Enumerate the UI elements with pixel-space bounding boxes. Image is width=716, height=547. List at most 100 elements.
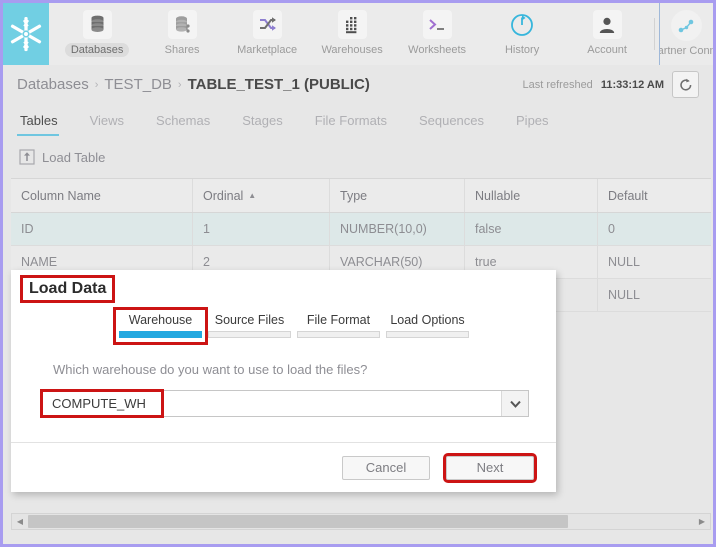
person-icon — [592, 10, 622, 39]
tab-sequences[interactable]: Sequences — [416, 113, 499, 136]
breadcrumb-item-table: TABLE_TEST_1 (PUBLIC) — [187, 76, 370, 93]
dialog-tab-load-options-progress — [386, 331, 469, 338]
last-refreshed-group: Last refreshed 11:33:12 AM — [522, 71, 699, 98]
column-header-ordinal[interactable]: Ordinal ▲ — [193, 179, 330, 212]
load-data-dialog: Load Data Warehouse Source Files File Fo… — [11, 270, 556, 492]
refresh-icon — [679, 78, 691, 90]
nav-item-history-label: History — [504, 44, 540, 56]
dialog-tab-file-format[interactable]: File Format — [294, 310, 383, 342]
sort-ascending-icon: ▲ — [248, 191, 257, 200]
dialog-step-tabs: Warehouse Source Files File Format Load … — [113, 307, 472, 345]
dialog-tab-warehouse[interactable]: Warehouse — [113, 307, 208, 345]
last-refreshed-time: 11:33:12 AM — [600, 78, 664, 91]
cell-default: NULL — [598, 246, 711, 279]
dialog-tab-load-options-label: Load Options — [390, 313, 465, 327]
next-button[interactable]: Next — [443, 452, 537, 483]
breadcrumb: Databases › TEST_DB › TABLE_TEST_1 (PUBL… — [17, 76, 370, 93]
nav-item-marketplace-label: Marketplace — [237, 44, 298, 56]
column-header-column-name[interactable]: Column Name — [11, 179, 193, 212]
circular-arrow-icon-svg — [511, 13, 534, 36]
cell-default: 0 — [598, 213, 711, 246]
column-header-type[interactable]: Type — [330, 179, 465, 212]
nav-item-history[interactable]: History — [480, 3, 565, 57]
shuffle-arrows-icon-svg — [259, 17, 276, 31]
tab-stages[interactable]: Stages — [239, 113, 297, 136]
breadcrumb-row: Databases › TEST_DB › TABLE_TEST_1 (PUBL… — [3, 65, 713, 104]
partner-connect-label: Partner Connect — [660, 45, 713, 57]
nav-items-container: Databases Shares Marketplace Warehouses … — [49, 3, 659, 65]
column-header-nullable[interactable]: Nullable — [465, 179, 598, 212]
load-table-label: Load Table — [42, 149, 106, 165]
horizontal-scrollbar[interactable]: ◀ ▶ — [11, 513, 711, 530]
connect-nodes-icon — [670, 10, 702, 41]
refresh-button[interactable] — [672, 71, 699, 98]
dialog-title-wrap: Load Data — [19, 275, 116, 303]
nav-item-shares[interactable]: Shares — [140, 3, 225, 57]
warehouse-select-wrap: COMPUTE_WH — [40, 389, 529, 418]
dialog-tab-warehouse-progress — [119, 331, 202, 338]
nav-item-marketplace[interactable]: Marketplace — [225, 3, 310, 57]
top-navigation-bar: Databases Shares Marketplace Warehouses … — [3, 3, 713, 66]
load-table-button[interactable]: Load Table — [19, 149, 105, 165]
warehouse-select-value: COMPUTE_WH — [52, 396, 146, 411]
dialog-tab-source-files-label: Source Files — [214, 313, 285, 327]
grid-squares-icon-svg — [346, 16, 357, 33]
snowflake-logo-icon — [10, 16, 41, 52]
object-type-tabs: Tables Views Schemas Stages File Formats… — [3, 104, 713, 137]
nav-item-account[interactable]: Account — [565, 3, 650, 57]
tab-views[interactable]: Views — [87, 113, 139, 136]
dialog-title: Load Data — [19, 275, 116, 303]
nav-item-warehouses[interactable]: Warehouses — [310, 3, 395, 57]
warehouse-select[interactable]: COMPUTE_WH — [41, 390, 529, 417]
table-row[interactable]: ID 1 NUMBER(10,0) false 0 — [11, 213, 711, 246]
cell-column-name: ID — [11, 213, 193, 246]
database-stack-icon — [82, 10, 112, 39]
tab-file-formats[interactable]: File Formats — [312, 113, 402, 136]
cell-ordinal: 1 — [193, 213, 330, 246]
nav-item-worksheets[interactable]: Worksheets — [395, 3, 480, 57]
terminal-prompt-icon — [422, 10, 452, 39]
connect-nodes-icon-svg — [678, 19, 694, 32]
breadcrumb-separator: › — [94, 78, 99, 91]
tab-schemas[interactable]: Schemas — [153, 113, 225, 136]
partner-connect-button[interactable]: Partner Connect — [658, 3, 713, 65]
tab-tables[interactable]: Tables — [17, 113, 73, 136]
database-share-icon — [167, 10, 197, 39]
dialog-tab-load-options[interactable]: Load Options — [383, 310, 472, 342]
nav-item-databases-label: Databases — [64, 43, 130, 57]
table-toolbar: Load Table — [3, 136, 713, 178]
cell-default: NULL — [598, 279, 711, 312]
upload-box-icon — [19, 149, 35, 165]
breadcrumb-item-database[interactable]: TEST_DB — [104, 76, 172, 93]
chevron-down-icon-svg — [509, 400, 521, 408]
nav-item-databases[interactable]: Databases — [55, 3, 140, 57]
caret-right-icon[interactable]: ▶ — [694, 514, 710, 529]
dialog-tab-source-files-progress — [208, 331, 291, 338]
cell-type: NUMBER(10,0) — [330, 213, 465, 246]
dialog-tab-file-format-progress — [297, 331, 380, 338]
table-header-row: Column Name Ordinal ▲ Type Nullable Defa… — [11, 178, 711, 213]
chevron-down-icon[interactable] — [501, 391, 528, 416]
caret-left-icon[interactable]: ◀ — [12, 514, 28, 529]
nav-item-warehouses-label: Warehouses — [321, 44, 383, 56]
terminal-prompt-icon-svg — [429, 18, 445, 30]
nav-divider — [653, 18, 655, 50]
breadcrumb-separator: › — [177, 78, 182, 91]
column-header-default[interactable]: Default — [598, 179, 711, 212]
app-window: Databases Shares Marketplace Warehouses … — [0, 0, 716, 547]
snowflake-logo-button[interactable] — [3, 3, 49, 65]
dialog-question-text: Which warehouse do you want to use to lo… — [53, 362, 368, 377]
nav-item-account-label: Account — [587, 44, 627, 56]
dialog-tab-source-files[interactable]: Source Files — [205, 310, 294, 342]
horizontal-scrollbar-thumb[interactable] — [28, 515, 568, 528]
breadcrumb-item-databases[interactable]: Databases — [17, 76, 89, 93]
database-stack-icon-svg — [91, 15, 104, 32]
database-share-icon-svg — [175, 16, 190, 33]
tab-pipes[interactable]: Pipes — [513, 113, 564, 136]
last-refreshed-label: Last refreshed — [522, 78, 593, 91]
person-icon-svg — [599, 17, 615, 33]
nav-item-shares-label: Shares — [164, 44, 200, 56]
cancel-button[interactable]: Cancel — [342, 455, 430, 480]
cell-nullable: false — [465, 213, 598, 246]
dialog-tab-file-format-label: File Format — [306, 313, 371, 327]
